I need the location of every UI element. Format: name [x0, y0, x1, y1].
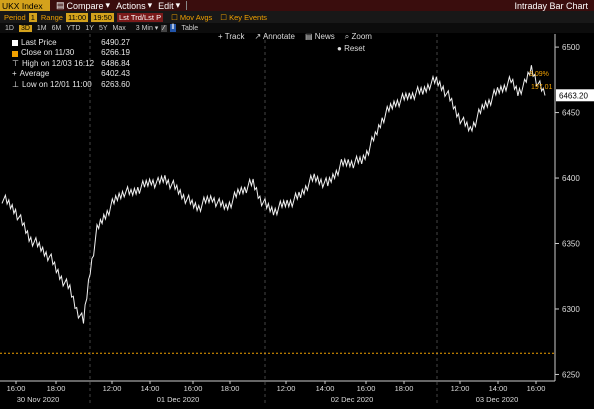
legend-value: 6490.27: [101, 38, 130, 47]
legend-row-high: ⊤ High on 12/03 16:12 6486.84: [12, 59, 130, 69]
annotate-label: Annotate: [262, 32, 295, 41]
reset-button[interactable]: ● Reset: [337, 44, 365, 53]
annotate-button[interactable]: ↗ Annotate: [254, 32, 295, 42]
y-tick-label: 6400: [562, 174, 580, 183]
x-tick-label: 12:00: [103, 384, 122, 393]
legend-label: High on 12/03 16:12: [21, 58, 95, 68]
change-percent-label: 3.09%: [529, 71, 549, 78]
date-label: 02 Dec 2020: [331, 395, 374, 404]
legend-row-average: + Average 6402.43: [12, 69, 130, 79]
zoom-icon: ⌕: [344, 32, 350, 41]
legend-swatch: [12, 50, 18, 57]
x-tick-label: 14:00: [141, 384, 160, 393]
track-button[interactable]: + Track: [218, 32, 244, 42]
news-icon: ▤: [304, 32, 313, 41]
track-label: Track: [224, 32, 245, 41]
legend-value: 6402.43: [101, 69, 130, 79]
x-tick-label: 16:00: [527, 384, 546, 393]
legend-label: Low on 12/01 11:00: [21, 79, 92, 89]
reset-label: Reset: [344, 44, 365, 53]
chart-toolbar: + Track ↗ Annotate ▤ News ⌕ Zoom: [218, 32, 372, 42]
x-tick-label: 18:00: [395, 384, 414, 393]
legend-label: Average: [19, 69, 50, 79]
x-tick-label: 14:00: [316, 384, 335, 393]
x-tick-label: 18:00: [221, 384, 240, 393]
legend-row-low: ⊥ Low on 12/01 11:00 6263.60: [12, 80, 130, 90]
y-tick-label: 6450: [562, 109, 580, 118]
legend-swatch: [12, 40, 18, 47]
legend-row-close: Close on 11/30 6266.19: [12, 48, 130, 58]
low-marker-icon: ⊥: [12, 79, 19, 89]
high-marker-icon: ⊤: [12, 58, 19, 68]
pencil-icon: ↗: [254, 32, 262, 41]
news-button[interactable]: ▤ News: [305, 32, 335, 42]
y-tick-label: 6350: [562, 240, 580, 249]
legend-value: 6486.84: [101, 58, 130, 68]
legend-label: Close on 11/30: [21, 48, 75, 58]
legend-row-last-price: Last Price 6490.27: [12, 38, 130, 48]
change-points-label: 197.01: [531, 84, 553, 91]
zoom-label: Zoom: [351, 32, 372, 41]
x-tick-label: 14:00: [489, 384, 508, 393]
average-marker-icon: +: [12, 69, 17, 79]
zoom-button[interactable]: ⌕ Zoom: [345, 32, 372, 42]
x-tick-label: 18:00: [47, 384, 66, 393]
date-label: 30 Nov 2020: [17, 395, 60, 404]
legend-value: 6266.19: [101, 48, 130, 58]
news-label: News: [314, 32, 335, 41]
date-label: 03 Dec 2020: [476, 395, 519, 404]
x-tick-label: 16:00: [7, 384, 26, 393]
legend-label: Last Price: [21, 38, 57, 47]
x-tick-label: 16:00: [357, 384, 376, 393]
legend-value: 6263.60: [101, 79, 130, 89]
last-value-label: 6463.20: [559, 91, 588, 100]
y-tick-label: 6500: [562, 43, 580, 52]
reset-icon: ●: [337, 44, 342, 53]
y-tick-label: 6300: [562, 305, 580, 314]
chart-legend: Last Price 6490.27 Close on 11/30 6266.1…: [12, 38, 130, 90]
x-tick-label: 12:00: [277, 384, 296, 393]
x-tick-label: 12:00: [451, 384, 470, 393]
crosshair-icon: +: [218, 32, 223, 41]
date-label: 01 Dec 2020: [157, 395, 200, 404]
y-tick-label: 6250: [562, 370, 580, 379]
x-tick-label: 16:00: [184, 384, 203, 393]
